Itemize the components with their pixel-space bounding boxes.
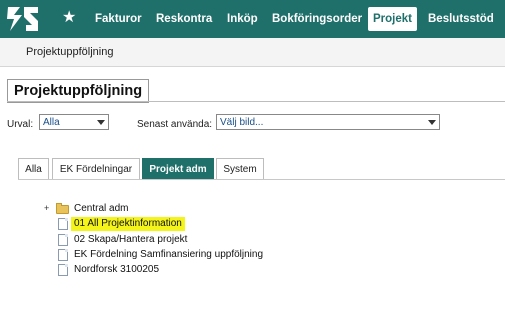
tree-item-label: Central adm (74, 203, 129, 214)
tree-item-label: Nordforsk 3100205 (74, 264, 160, 275)
tab-ek-fordelningar[interactable]: EK Fördelningar (52, 158, 140, 179)
chevron-down-icon (428, 120, 436, 125)
title-divider (7, 101, 505, 102)
urval-select[interactable]: Alla (39, 114, 109, 130)
nav-item-fakturor[interactable]: Fakturor (95, 0, 142, 38)
senast-anvanda-label: Senast använda: (137, 119, 213, 130)
nav-item-bokforingsorder[interactable]: Bokföringsorder (272, 0, 362, 38)
senast-anvanda-select-value: Välj bild... (220, 117, 264, 128)
page-title: Projektuppföljning (7, 79, 150, 103)
urval-select-value: Alla (43, 117, 60, 128)
subnav-item-projektuppfoljning[interactable]: Projektuppföljning (26, 46, 113, 58)
tab-projekt-adm[interactable]: Projekt adm (142, 158, 214, 179)
tree-item-label: 01 All Projektinformation (71, 217, 185, 231)
senast-anvanda-select[interactable]: Välj bild... (216, 114, 440, 130)
document-icon (58, 234, 68, 246)
document-icon (58, 218, 68, 230)
chevron-down-icon (97, 120, 105, 125)
folder-icon (56, 203, 69, 214)
star-icon[interactable]: ★ (62, 9, 76, 27)
top-navigation-bar: ★ Fakturor Reskontra Inköp Bokföringsord… (0, 0, 505, 38)
document-icon (58, 264, 68, 276)
urval-label: Urval: (7, 119, 34, 130)
tab-alla[interactable]: Alla (18, 158, 49, 179)
nav-item-reskontra[interactable]: Reskontra (156, 0, 212, 38)
expand-plus-icon[interactable]: + (44, 204, 53, 213)
nav-item-projekt[interactable]: Projekt (368, 7, 417, 31)
sub-navigation-bar: Projektuppföljning (0, 38, 505, 67)
nav-item-inkop[interactable]: Inköp (227, 0, 258, 38)
tree-item-label: 02 Skapa/Hantera projekt (74, 234, 188, 245)
app-logo-icon[interactable] (4, 3, 44, 35)
tab-system[interactable]: System (216, 158, 264, 179)
document-icon (58, 249, 68, 261)
nav-item-beslutsstod[interactable]: Beslutsstöd (428, 0, 494, 38)
tree-item-label: EK Fördelning Samfinansiering uppföljnin… (74, 249, 264, 260)
